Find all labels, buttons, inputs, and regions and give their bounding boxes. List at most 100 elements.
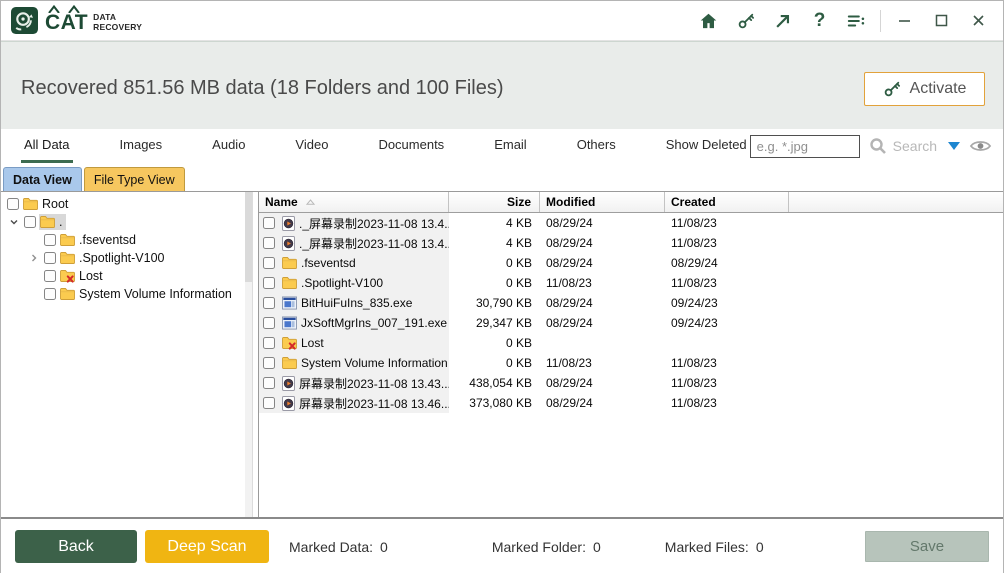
file-name-cell: 屏幕录制2023-11-08 13.43... bbox=[259, 373, 449, 393]
key-icon[interactable] bbox=[727, 6, 764, 36]
created-cell: 08/29/24 bbox=[665, 253, 789, 273]
tree-item[interactable]: System Volume Information bbox=[1, 285, 252, 303]
tree-item[interactable]: . bbox=[1, 213, 252, 231]
tree-item[interactable]: .fseventsd bbox=[1, 231, 252, 249]
share-icon[interactable] bbox=[764, 6, 801, 36]
chevron-expanded-icon[interactable] bbox=[9, 217, 24, 227]
size-cell: 30,790 KB bbox=[449, 293, 540, 313]
checkbox[interactable] bbox=[263, 377, 275, 389]
tree-item[interactable]: .Spotlight-V100 bbox=[1, 249, 252, 267]
table-row[interactable]: BitHuiFuIns_835.exe30,790 KB08/29/2409/2… bbox=[259, 293, 1003, 313]
checkbox[interactable] bbox=[44, 234, 56, 246]
checkbox[interactable] bbox=[263, 217, 275, 229]
activate-button[interactable]: Activate bbox=[864, 72, 985, 106]
checkbox[interactable] bbox=[7, 198, 19, 210]
checkbox[interactable] bbox=[24, 216, 36, 228]
minimize-button[interactable] bbox=[886, 6, 923, 36]
tab-show-deleted[interactable]: Show Deleted bbox=[663, 129, 750, 163]
checkbox[interactable] bbox=[44, 288, 56, 300]
size-cell: 0 KB bbox=[449, 273, 540, 293]
chevron-collapsed-icon[interactable] bbox=[29, 253, 44, 263]
file-name: JxSoftMgrIns_007_191.exe bbox=[301, 316, 447, 330]
media-icon bbox=[282, 396, 295, 411]
column-header-name[interactable]: Name bbox=[259, 192, 449, 212]
created-cell: 09/24/23 bbox=[665, 293, 789, 313]
table-row[interactable]: 屏幕录制2023-11-08 13.46...373,080 KB08/29/2… bbox=[259, 393, 1003, 413]
search-dropdown-arrow-icon[interactable] bbox=[948, 142, 960, 150]
preview-eye-icon[interactable] bbox=[969, 139, 992, 153]
search-input[interactable] bbox=[750, 135, 860, 158]
file-name: Lost bbox=[301, 336, 324, 350]
checkbox[interactable] bbox=[263, 337, 275, 349]
checkbox[interactable] bbox=[263, 357, 275, 369]
column-header-modified[interactable]: Modified bbox=[540, 192, 665, 212]
marked-counter: Marked Files:0 bbox=[665, 539, 764, 555]
view-tab-file-type-view[interactable]: File Type View bbox=[84, 167, 185, 191]
table-row[interactable]: Lost 0 KB bbox=[259, 333, 1003, 353]
table-row[interactable]: ._屏幕录制2023-11-08 13.4...4 KB08/29/2411/0… bbox=[259, 233, 1003, 253]
view-tab-data-view[interactable]: Data View bbox=[3, 167, 82, 191]
checkbox[interactable] bbox=[263, 277, 275, 289]
checkbox[interactable] bbox=[263, 297, 275, 309]
tree-label-group: .Spotlight-V100 bbox=[59, 250, 168, 266]
modified-cell bbox=[540, 333, 665, 353]
tree-item[interactable]: Root bbox=[1, 195, 252, 213]
tree-item-label: .fseventsd bbox=[79, 233, 136, 247]
column-header-blank[interactable] bbox=[789, 192, 1003, 212]
deep-scan-button[interactable]: Deep Scan bbox=[145, 530, 269, 563]
table-row[interactable]: .Spotlight-V1000 KB11/08/2311/08/23 bbox=[259, 273, 1003, 293]
tree-scrollbar[interactable] bbox=[245, 192, 252, 517]
tab-video[interactable]: Video bbox=[292, 129, 331, 163]
tab-others[interactable]: Others bbox=[574, 129, 619, 163]
created-cell: 09/24/23 bbox=[665, 313, 789, 333]
maximize-button[interactable] bbox=[923, 6, 960, 36]
home-icon[interactable] bbox=[690, 6, 727, 36]
main-content: Root..fseventsd.Spotlight-V100LostSystem… bbox=[1, 191, 1003, 517]
brand-name: CAT bbox=[45, 11, 88, 34]
tree-item-label: Root bbox=[42, 197, 68, 211]
save-button[interactable]: Save bbox=[865, 531, 989, 562]
filter-bar: All Data Images Audio Video Documents Email Ot… bbox=[1, 129, 1003, 163]
tree-item-label: System Volume Information bbox=[79, 287, 232, 301]
tree-item[interactable]: Lost bbox=[1, 267, 252, 285]
checkbox[interactable] bbox=[263, 237, 275, 249]
created-cell: 11/08/23 bbox=[665, 353, 789, 373]
size-cell: 373,080 KB bbox=[449, 393, 540, 413]
checkbox[interactable] bbox=[44, 252, 56, 264]
menu-icon[interactable] bbox=[838, 6, 875, 36]
checkbox[interactable] bbox=[263, 257, 275, 269]
blank-cell bbox=[789, 213, 1003, 233]
checkbox[interactable] bbox=[44, 270, 56, 282]
modified-cell: 08/29/24 bbox=[540, 313, 665, 333]
marked-label: Marked Files: bbox=[665, 539, 749, 555]
column-header-size[interactable]: Size bbox=[449, 192, 540, 212]
back-button[interactable]: Back bbox=[15, 530, 137, 563]
table-row[interactable]: 屏幕录制2023-11-08 13.43...438,054 KB08/29/2… bbox=[259, 373, 1003, 393]
file-name: BitHuiFuIns_835.exe bbox=[301, 296, 412, 310]
tab-audio[interactable]: Audio bbox=[209, 129, 248, 163]
tab-all-data[interactable]: All Data bbox=[21, 129, 73, 163]
help-icon[interactable]: ? bbox=[801, 6, 838, 36]
table-row[interactable]: System Volume Information0 KB11/08/2311/… bbox=[259, 353, 1003, 373]
search-icon[interactable] bbox=[869, 137, 887, 155]
column-header-created[interactable]: Created bbox=[665, 192, 789, 212]
titlebar: CAT DATA RECOVERY ? bbox=[1, 1, 1003, 41]
close-button[interactable] bbox=[960, 6, 997, 36]
table-row[interactable]: ._屏幕录制2023-11-08 13.4...4 KB08/29/2411/0… bbox=[259, 213, 1003, 233]
tab-images[interactable]: Images bbox=[117, 129, 166, 163]
table-row[interactable]: .fseventsd0 KB08/29/2408/29/24 bbox=[259, 253, 1003, 273]
tab-documents[interactable]: Documents bbox=[375, 129, 447, 163]
tab-email[interactable]: Email bbox=[491, 129, 530, 163]
checkbox[interactable] bbox=[263, 317, 275, 329]
tree-label-group: . bbox=[39, 214, 66, 230]
tree-scrollbar-thumb[interactable] bbox=[245, 192, 252, 282]
table-row[interactable]: JxSoftMgrIns_007_191.exe29,347 KB08/29/2… bbox=[259, 313, 1003, 333]
blank-cell bbox=[789, 293, 1003, 313]
folder-icon bbox=[40, 216, 55, 228]
checkbox[interactable] bbox=[263, 397, 275, 409]
size-cell: 0 KB bbox=[449, 333, 540, 353]
modified-cell: 08/29/24 bbox=[540, 253, 665, 273]
created-cell: 11/08/23 bbox=[665, 233, 789, 253]
file-type-filter-tabs: All Data Images Audio Video Documents Email Ot… bbox=[21, 129, 750, 163]
size-cell: 29,347 KB bbox=[449, 313, 540, 333]
